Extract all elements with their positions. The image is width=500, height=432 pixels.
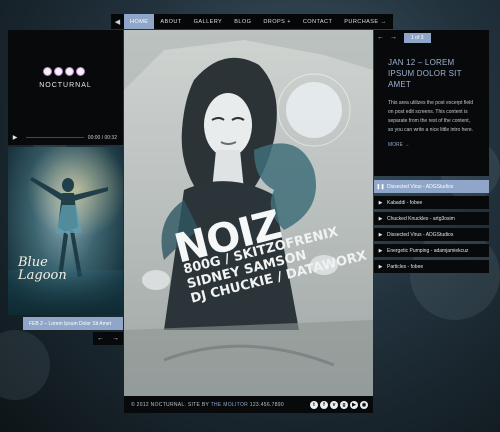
playlist-track[interactable]: ▶ Kabaddi - fobee [374,196,489,209]
nav-about[interactable]: ABOUT [154,14,187,29]
track-title: Dissected Virus - ADGStudios [387,183,454,190]
main-nav: ◀ HOME ABOUT GALLERY BLOG DROPS + CONTAC… [111,14,393,29]
poster-title: Blue Lagoon [18,255,67,283]
vimeo-icon[interactable]: v [330,400,338,409]
pause-icon: ❚❚ [376,183,385,190]
playlist-track[interactable]: ▶ Energetic Pumping - adamjamiekcuz [374,244,489,257]
more-link[interactable]: MORE → [388,142,475,148]
playlist-track[interactable]: ▶ Particles - fobee [374,260,489,273]
track-title: Dissected Virus - ADGStudios [387,231,454,238]
post-excerpt-panel: JAN 12 – LOREM IPSUM DOLOR SIT AMET This… [374,45,489,176]
post-title[interactable]: JAN 12 – LOREM IPSUM DOLOR SIT AMET [388,57,475,90]
nav-blog[interactable]: BLOG [228,14,257,29]
nav-home[interactable]: HOME [124,14,155,29]
google-plus-icon[interactable]: g [340,400,348,409]
left-post-caption[interactable]: FEB 2 – Lorem Ipsum Dolor Sit Amet [23,317,123,330]
logo-dot [54,67,63,76]
play-icon: ▶ [378,263,383,270]
footer-copyright: © 2012 NOCTURNAL. SITE BY THE MOLITOR 12… [131,402,284,408]
event-poster[interactable] [8,147,123,315]
pager-count: 1 of 3 [404,32,431,43]
track-title: Energetic Pumping - adamjamiekcuz [387,247,469,254]
nav-purchase[interactable]: PURCHASE → [338,14,392,29]
nav-gallery[interactable]: GALLERY [188,14,229,29]
footer-credit-link[interactable]: THE MOLITOR [211,402,248,408]
track-title: Particles - fobee [387,263,424,270]
footer-phone: 123.456.7890 [249,401,284,408]
youtube-icon[interactable]: ▶ [350,400,358,409]
twitter-icon[interactable]: t [310,400,318,409]
playlist-track[interactable]: ▶ Chucked Knuckles - artg3osim [374,212,489,225]
right-pager: ← → 1 of 3 [374,30,489,45]
logo-dot [76,67,85,76]
play-icon: ▶ [378,247,383,254]
footer: © 2012 NOCTURNAL. SITE BY THE MOLITOR 12… [124,396,373,413]
track-title: Chucked Knuckles - artg3osim [387,215,455,222]
arrow-left-icon[interactable]: ← [374,34,387,41]
rss-icon[interactable]: ◉ [360,400,368,409]
logo-text: NOCTURNAL [39,82,92,89]
track-title: Kabaddi - fobee [387,199,423,206]
play-icon[interactable]: ▶ [8,134,22,141]
nav-drops[interactable]: DROPS + [257,14,297,29]
logo-dot [43,67,52,76]
logo-mark [43,67,85,76]
social-icons: t f v g ▶ ◉ [310,400,368,409]
nav-prev-icon[interactable]: ◀ [111,14,124,29]
featured-artwork[interactable]: NOIZ 800G / SKITZOFRENIX SIDNEY SAMSON D… [124,30,373,396]
arrow-right-icon[interactable]: → [108,332,123,345]
arrow-right-icon[interactable]: → [387,34,400,41]
footer-copyright-text: © 2012 NOCTURNAL. SITE BY [131,401,210,408]
play-icon: ▶ [378,215,383,222]
logo-dot [65,67,74,76]
audio-time: 00:00 / 00:32 [87,134,117,141]
logo-panel[interactable]: NOCTURNAL [8,30,123,145]
playlist-track[interactable]: ❚❚ Dissected Virus - ADGStudios [374,180,489,193]
audio-progress[interactable] [26,137,84,138]
play-icon: ▶ [378,231,383,238]
arrow-left-icon[interactable]: ← [93,332,108,345]
nav-contact[interactable]: CONTACT [297,14,338,29]
post-excerpt: This area utilizes the post excerpt fiel… [388,100,474,133]
left-pager: ← → [93,332,123,345]
playlist-track[interactable]: ▶ Dissected Virus - ADGStudios [374,228,489,241]
audio-player: ▶ 00:00 / 00:32 [8,130,123,145]
facebook-icon[interactable]: f [320,400,328,409]
playlist: ❚❚ Dissected Virus - ADGStudios ▶ Kabadd… [374,180,489,276]
play-icon: ▶ [378,199,383,206]
bokeh-light [0,330,50,400]
